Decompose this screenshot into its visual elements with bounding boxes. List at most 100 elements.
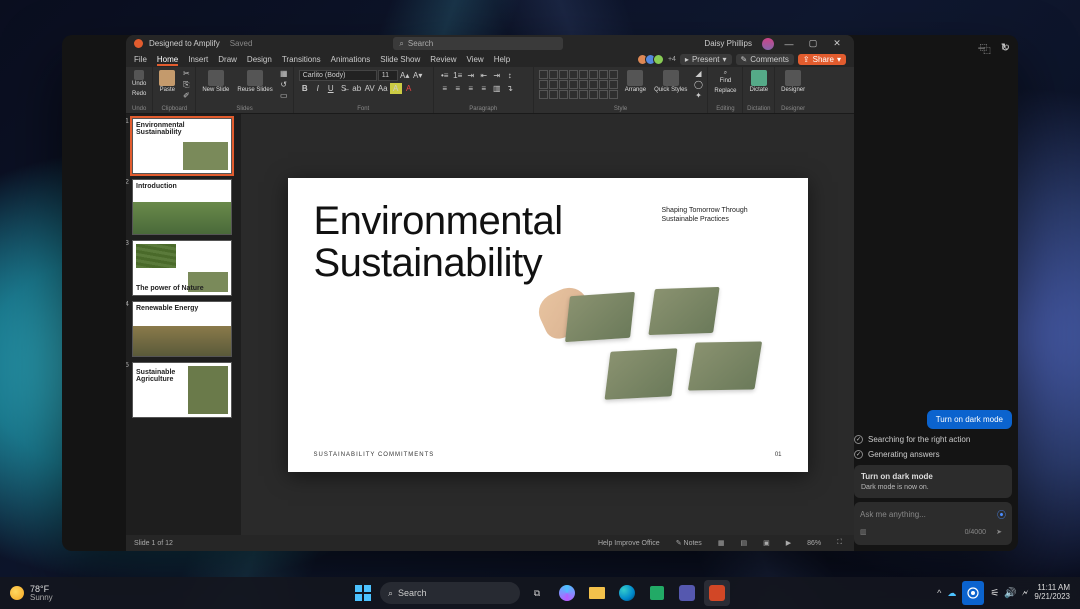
attach-icon[interactable]: ▥ (860, 528, 867, 536)
copilot-refresh-icon[interactable]: ↻ (1001, 41, 1010, 57)
list-level-button[interactable]: ⇥ (465, 70, 477, 81)
reuse-slides-button[interactable]: Reuse Slides (234, 68, 275, 95)
tab-slideshow[interactable]: Slide Show (380, 53, 420, 66)
font-family-select[interactable]: Carlito (Body) (299, 70, 377, 81)
copilot-dock-icon[interactable]: ⿻ (980, 41, 991, 57)
send-button[interactable]: ➤ (992, 525, 1006, 539)
format-painter-button[interactable]: ✐ (180, 90, 192, 101)
slide-canvas[interactable]: EnvironmentalSustainability Shaping Tomo… (241, 114, 854, 535)
underline-button[interactable]: U (325, 83, 337, 94)
start-button[interactable] (350, 580, 376, 606)
font-color-button[interactable]: A (403, 83, 415, 94)
line-spacing-button[interactable]: ↕ (504, 70, 516, 81)
copilot-tray-button[interactable] (962, 581, 984, 605)
text-direction-button[interactable]: ↴ (504, 83, 516, 94)
task-view-button[interactable]: ⧉ (524, 580, 550, 606)
new-slide-button[interactable]: New Slide (199, 68, 232, 95)
slide-image[interactable] (548, 284, 778, 444)
notes-button[interactable]: ✎ Notes (672, 539, 706, 547)
tab-file[interactable]: File (134, 53, 147, 66)
share-button[interactable]: ⇪Share▾ (798, 54, 846, 65)
present-button[interactable]: ▸Present▾ (680, 54, 732, 65)
taskbar-store[interactable] (644, 580, 670, 606)
taskbar-explorer[interactable] (584, 580, 610, 606)
reset-button[interactable]: ↺ (278, 79, 290, 90)
taskbar-copilot-app[interactable] (554, 580, 580, 606)
copy-button[interactable]: ⎘ (180, 79, 192, 90)
system-tray[interactable]: ⚟ 🔊 🗲 (990, 588, 1028, 599)
shape-outline-button[interactable]: ◯ (692, 79, 704, 90)
indent-dec-button[interactable]: ⇤ (478, 70, 490, 81)
italic-button[interactable]: I (312, 83, 324, 94)
align-right-button[interactable]: ≡ (465, 83, 477, 94)
thumb-5[interactable]: 5 Sustainable Agriculture (132, 362, 239, 418)
thumb-2[interactable]: 2 Introduction (132, 179, 239, 235)
thumb-1[interactable]: 1 Environmental Sustainability (132, 118, 239, 174)
tab-insert[interactable]: Insert (188, 53, 208, 66)
redo-button[interactable]: Redo (129, 89, 149, 99)
indent-inc-button[interactable]: ⇥ (491, 70, 503, 81)
shrink-font-button[interactable]: A▾ (412, 70, 424, 81)
arrange-button[interactable]: Arrange (622, 68, 649, 95)
shape-effects-button[interactable]: ✦ (692, 90, 704, 101)
tray-chevron-icon[interactable]: ^ (937, 588, 941, 598)
tab-review[interactable]: Review (430, 53, 456, 66)
copilot-input[interactable]: Ask me anything... ⦿ ▥ 0/4000 ➤ (854, 502, 1012, 545)
comments-button[interactable]: ✎Comments (736, 54, 794, 65)
taskbar-search[interactable]: ⌕ Search (380, 582, 520, 604)
slide-tagline[interactable]: Shaping Tomorrow Through Sustainable Pra… (662, 206, 782, 224)
mic-icon[interactable]: ⦿ (997, 508, 1006, 521)
tab-design[interactable]: Design (247, 53, 272, 66)
align-center-button[interactable]: ≡ (452, 83, 464, 94)
view-reading-button[interactable]: ▣ (759, 539, 774, 547)
case-button[interactable]: Aa (377, 83, 389, 94)
user-avatar[interactable] (762, 38, 774, 50)
taskbar-teams[interactable] (674, 580, 700, 606)
numbering-button[interactable]: 1≡ (452, 70, 464, 81)
undo-button[interactable]: Undo (129, 68, 149, 89)
tab-help[interactable]: Help (494, 53, 510, 66)
shapes-gallery[interactable] (537, 68, 620, 101)
slide-panel[interactable]: 1 Environmental Sustainability 2 Introdu… (126, 114, 241, 535)
ppt-close-button[interactable]: ✕ (828, 37, 846, 51)
designer-button[interactable]: Designer (778, 68, 808, 95)
ppt-minimize-button[interactable]: — (780, 37, 798, 51)
help-improve-button[interactable]: Help Improve Office (594, 540, 664, 547)
onedrive-icon[interactable]: ☁ (947, 588, 956, 599)
align-left-button[interactable]: ≡ (439, 83, 451, 94)
justify-button[interactable]: ≡ (478, 83, 490, 94)
view-sorter-button[interactable]: ▤ (736, 539, 751, 547)
paste-button[interactable]: Paste (156, 68, 178, 95)
layout-button[interactable]: ▦ (278, 68, 290, 79)
tab-animations[interactable]: Animations (331, 53, 371, 66)
cut-button[interactable]: ✂ (180, 68, 192, 79)
clock[interactable]: 11:11 AM 9/21/2023 (1034, 584, 1070, 602)
tab-home[interactable]: Home (157, 53, 178, 66)
spacing-button[interactable]: AV (364, 83, 376, 94)
shape-fill-button[interactable]: ◢ (692, 68, 704, 79)
view-slideshow-button[interactable]: ▶ (782, 539, 795, 547)
taskbar-edge[interactable] (614, 580, 640, 606)
ppt-restore-button[interactable]: ▢ (804, 37, 822, 51)
grow-font-button[interactable]: A▴ (399, 70, 411, 81)
view-normal-button[interactable]: ▦ (714, 539, 729, 547)
fit-button[interactable]: ⛶ (833, 539, 846, 547)
search-box[interactable]: ⌕ Search (393, 37, 563, 50)
replace-button[interactable]: Replace (711, 86, 739, 96)
dictate-button[interactable]: Dictate (746, 68, 771, 95)
zoom-level[interactable]: 86% (803, 540, 825, 547)
bullets-button[interactable]: •≡ (439, 70, 451, 81)
taskbar-powerpoint[interactable] (704, 580, 730, 606)
tab-view[interactable]: View (467, 53, 484, 66)
strike-button[interactable]: S̶ (338, 83, 350, 94)
section-button[interactable]: ▭ (278, 90, 290, 101)
thumb-4[interactable]: 4 Renewable Energy (132, 301, 239, 357)
columns-button[interactable]: ▥ (491, 83, 503, 94)
font-size-select[interactable]: 11 (378, 70, 398, 81)
tab-transitions[interactable]: Transitions (282, 53, 321, 66)
find-button[interactable]: ⌕Find (711, 68, 739, 86)
quick-styles-button[interactable]: Quick Styles (651, 68, 690, 95)
thumb-3[interactable]: 3 The power of Nature (132, 240, 239, 296)
slide-title[interactable]: EnvironmentalSustainability (314, 200, 563, 284)
highlight-button[interactable]: A (390, 83, 402, 94)
